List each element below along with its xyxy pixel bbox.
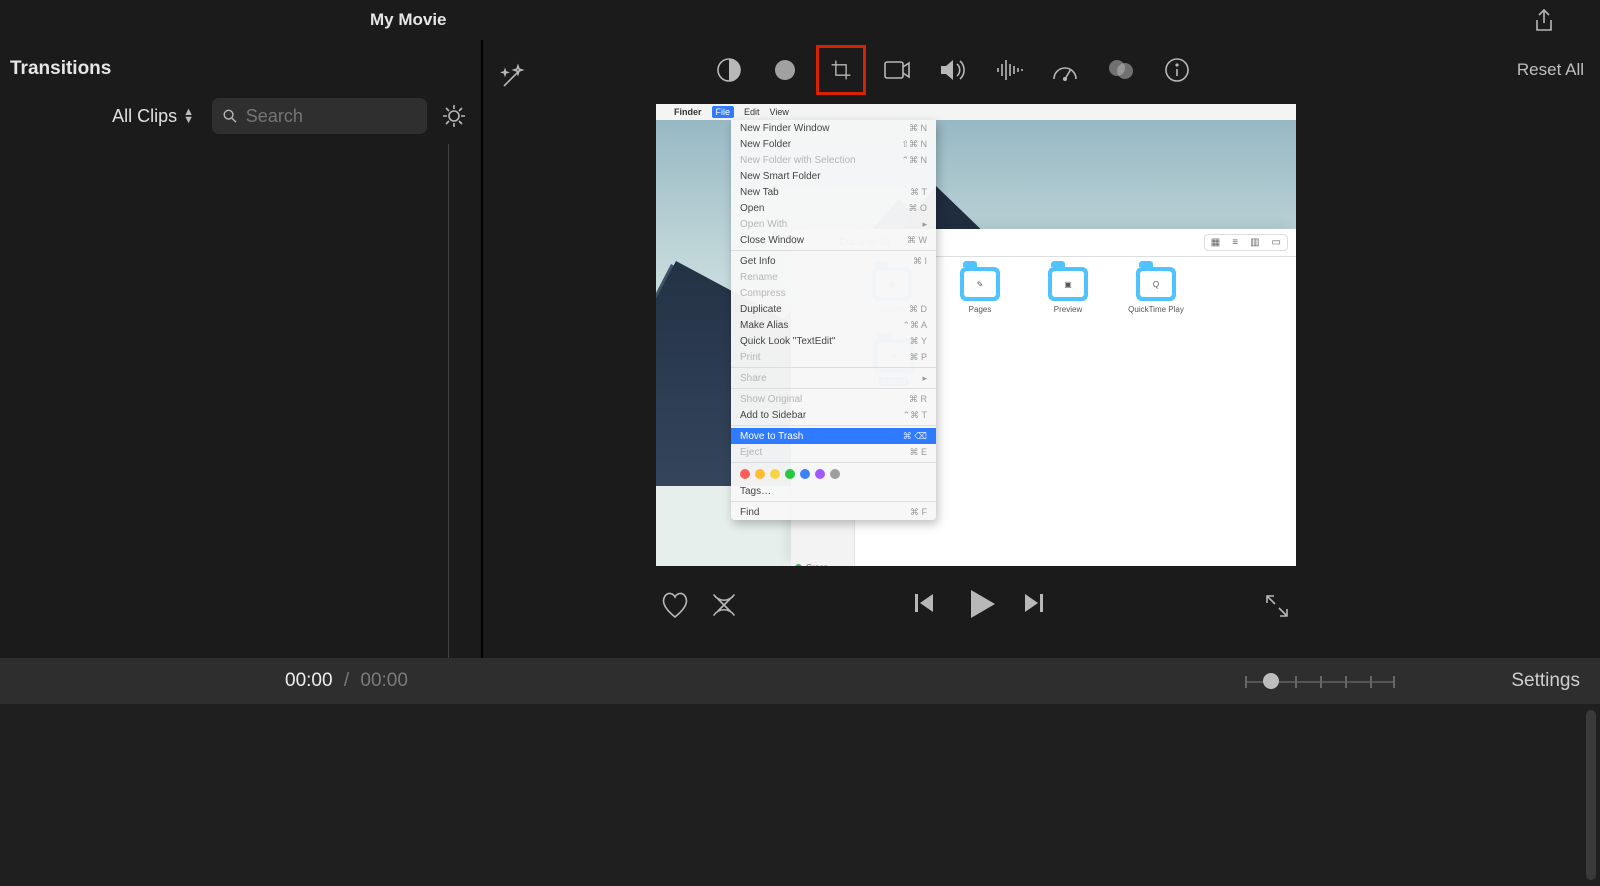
ctx-item[interactable]: Duplicate⌘ D [731, 301, 936, 317]
finder-item[interactable]: QQuickTime Play [1127, 267, 1185, 314]
adjustment-toolbar [713, 54, 1193, 86]
enhance-button[interactable] [498, 62, 528, 92]
viewer-panel: Reset All Cropping Finder File Edit View… [483, 40, 1600, 658]
crop-button[interactable] [825, 54, 857, 86]
ctx-item: Share▸ [731, 370, 936, 386]
stabilization-button[interactable] [881, 54, 913, 86]
noise-reduction-button[interactable] [993, 54, 1025, 86]
timeline-header: 00:00 / 00:00 Settings [0, 658, 1600, 704]
ctx-item[interactable]: Move to Trash⌘ ⌫ [731, 428, 936, 444]
ctx-item: Rename [731, 269, 936, 285]
browser-body [0, 144, 481, 658]
ctx-item: Print⌘ P [731, 349, 936, 365]
ctx-item[interactable]: New Finder Window⌘ N [731, 120, 936, 136]
panel-scroll-track [448, 144, 449, 658]
viewmode-columns-icon[interactable]: ▥ [1247, 237, 1262, 248]
project-title: My Movie [370, 10, 447, 30]
ctx-item[interactable]: Open⌘ O [731, 200, 936, 216]
ctx-item[interactable]: New Folder⇧⌘ N [731, 136, 936, 152]
reject-button[interactable] [709, 590, 739, 620]
titlebar: My Movie [0, 0, 1600, 40]
search-icon [222, 107, 238, 125]
clip-filter-button[interactable] [1105, 54, 1137, 86]
ctx-item[interactable]: New Tab⌘ T [731, 184, 936, 200]
ctx-item[interactable]: Get Info⌘ I [731, 253, 936, 269]
viewmode-list-icon[interactable]: ≡ [1229, 237, 1241, 248]
fullscreen-button[interactable] [1263, 592, 1291, 620]
ctx-tag-colors[interactable] [731, 465, 936, 483]
time-current: 00:00 [285, 670, 333, 691]
clip-filter-label: All Clips [112, 106, 177, 127]
color-balance-button[interactable] [713, 54, 745, 86]
viewmode-icons-icon[interactable]: ▦ [1208, 237, 1223, 248]
ctx-tags[interactable]: Tags… [731, 483, 936, 499]
ctx-find[interactable]: Find⌘ F [731, 504, 936, 520]
macos-menubar: Finder File Edit View [656, 104, 1296, 120]
file-context-menu: New Finder Window⌘ NNew Folder⇧⌘ NNew Fo… [731, 120, 936, 520]
ctx-item[interactable]: New Smart Folder [731, 168, 936, 184]
prev-button[interactable] [911, 590, 937, 616]
reset-all-button[interactable]: Reset All [1517, 60, 1584, 80]
menubar-app: Finder [674, 107, 702, 117]
speed-button[interactable] [1049, 54, 1081, 86]
search-field[interactable] [212, 98, 427, 134]
volume-button[interactable] [937, 54, 969, 86]
time-total: 00:00 [360, 670, 408, 691]
finder-view-modes[interactable]: ▦ ≡ ▥ ▭ [1204, 234, 1288, 251]
viewmode-gallery-icon[interactable]: ▭ [1269, 237, 1284, 248]
ctx-item[interactable]: Add to Sidebar⌃⌘ T [731, 407, 936, 423]
ctx-item: Open With▸ [731, 216, 936, 232]
chevron-updown-icon: ▲▼ [183, 108, 194, 124]
favorite-button[interactable] [659, 590, 691, 620]
clip-filter-dropdown[interactable]: All Clips ▲▼ [104, 102, 202, 131]
ctx-item[interactable]: Make Alias⌃⌘ A [731, 317, 936, 333]
ctx-item: Eject⌘ E [731, 444, 936, 460]
menubar-file: File [712, 106, 735, 118]
ctx-item[interactable]: Close Window⌘ W [731, 232, 936, 248]
media-browser-panel: Transitions All Clips ▲▼ [0, 40, 483, 658]
playback-controls [483, 584, 1600, 644]
finder-item[interactable]: ▣Preview [1039, 267, 1097, 314]
preview-canvas[interactable]: Finder File Edit View New Finder Window⌘… [656, 104, 1296, 566]
ctx-item: Show Original⌘ R [731, 391, 936, 407]
next-button[interactable] [1021, 590, 1047, 616]
menubar-view: View [770, 107, 789, 117]
color-correction-button[interactable] [769, 54, 801, 86]
play-button[interactable] [961, 584, 1001, 624]
share-button[interactable] [1533, 8, 1555, 34]
browser-tab-transitions[interactable]: Transitions [0, 58, 111, 80]
clip-info-button[interactable] [1161, 54, 1193, 86]
finder-tag-green[interactable]: Green [795, 561, 850, 566]
menubar-edit: Edit [744, 107, 760, 117]
timecode: 00:00 / 00:00 [285, 670, 408, 692]
ctx-item: Compress [731, 285, 936, 301]
timeline[interactable] [0, 704, 1600, 886]
search-input[interactable] [246, 106, 417, 127]
ctx-item: New Folder with Selection⌃⌘ N [731, 152, 936, 168]
zoom-slider[interactable] [1245, 673, 1395, 691]
timeline-scrollbar[interactable] [1586, 710, 1596, 880]
timeline-settings-button[interactable]: Settings [1511, 670, 1580, 692]
ctx-item[interactable]: Quick Look "TextEdit"⌘ Y [731, 333, 936, 349]
gear-icon [440, 102, 468, 130]
finder-item[interactable]: ✎Pages [951, 267, 1009, 314]
zoom-knob[interactable] [1263, 673, 1279, 689]
browser-options-button[interactable] [437, 99, 471, 133]
